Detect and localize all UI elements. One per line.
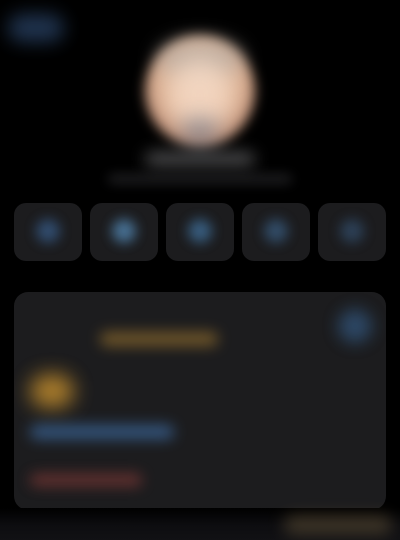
more-button[interactable]: [318, 203, 386, 261]
contact-profile-screen: [0, 0, 400, 540]
contact-name: [145, 149, 255, 169]
back-button[interactable]: [8, 14, 64, 42]
more-label: [318, 243, 386, 255]
video-label: [166, 243, 234, 255]
call-label: [90, 243, 158, 255]
avatar: [145, 36, 255, 146]
blue-link-placeholder[interactable]: [30, 425, 174, 439]
mail-button[interactable]: [242, 203, 310, 261]
mail-label: [242, 243, 310, 255]
message-icon: [36, 219, 60, 243]
chat-icon[interactable]: [338, 309, 372, 343]
message-label: [14, 243, 82, 255]
red-action-placeholder[interactable]: [30, 474, 142, 486]
bottom-action-pill[interactable]: [284, 516, 392, 534]
bottom-strip: [0, 508, 400, 540]
message-button[interactable]: [14, 203, 82, 261]
field-title: [30, 306, 120, 318]
call-button[interactable]: [90, 203, 158, 261]
field-value-highlight: [100, 332, 218, 346]
video-button[interactable]: [166, 203, 234, 261]
video-icon: [188, 219, 212, 243]
phone-icon: [112, 219, 136, 243]
mail-icon: [264, 219, 288, 243]
status-indicator: [30, 374, 74, 408]
action-buttons-row: [14, 203, 386, 261]
contact-subtitle: [108, 171, 292, 187]
more-icon: [340, 219, 364, 243]
details-card: [14, 292, 386, 510]
